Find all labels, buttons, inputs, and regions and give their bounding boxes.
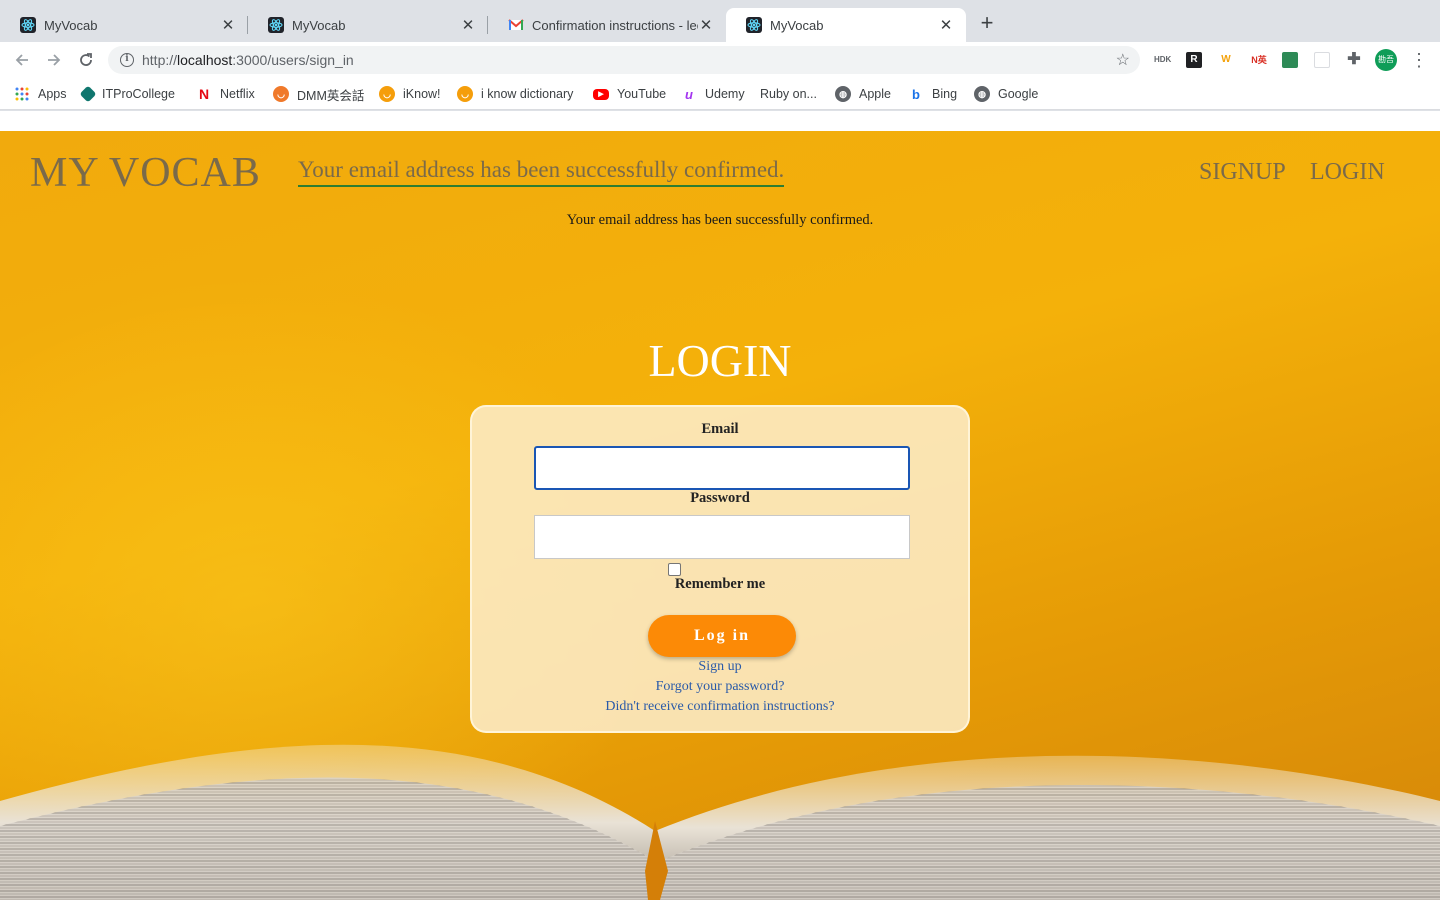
n-eiji-extension-icon[interactable]: N英 [1248,52,1270,68]
tab-title: MyVocab [770,17,824,33]
password-field[interactable] [534,515,910,559]
url-host: localhost [177,52,233,68]
login-submit-button[interactable]: Log in [648,615,796,657]
iknow-dictionary-icon: ◡ [457,86,473,102]
bookmark-youtube[interactable]: ▶ YouTube [593,85,666,103]
tab-title: Confirmation instructions - leo [532,17,698,33]
close-icon[interactable]: ✕ [460,16,476,34]
bookmark-label: Netflix [220,87,255,101]
browser-toolbar: i http://localhost:3000/users/sign_in ☆ … [0,42,1440,78]
hdk-extension-icon[interactable]: HDK [1154,52,1171,68]
netflix-icon: N [198,86,210,102]
w-extension-icon[interactable]: W [1218,52,1234,68]
r-extension-icon[interactable]: R [1186,52,1202,68]
bookmark-star-icon[interactable]: ☆ [1116,50,1130,70]
browser-tab-strip: MyVocab ✕ MyVocab ✕ Confirmation instruc… [0,0,1440,42]
bookmark-ruby[interactable]: Ruby on... [760,85,817,103]
bookmark-dmm[interactable]: ◡ DMM英会話 [273,85,364,103]
page-viewport: MY VOCAB Your email address has been suc… [0,131,1440,900]
bookmark-iknow-dictionary[interactable]: ◡ i know dictionary [457,85,573,103]
close-icon[interactable]: ✕ [938,16,954,34]
bookmark-label: i know dictionary [481,87,574,101]
password-label: Password [690,490,750,506]
arrow-right-icon [48,54,61,66]
bookmark-label: Google [998,87,1039,101]
browser-tab[interactable]: MyVocab ✕ [248,8,488,42]
globe-icon: ◍ [835,86,851,102]
site-brand-logo[interactable]: MY VOCAB [30,149,261,197]
bookmark-label: Bing [932,87,958,101]
udemy-icon: u [685,86,693,102]
bookmark-netflix[interactable]: N Netflix [196,85,255,103]
bing-icon: b [912,86,920,102]
browser-tab[interactable]: Confirmation instructions - leo ✕ [488,8,726,42]
sign-up-link[interactable]: Sign up [472,659,968,675]
signup-nav-link[interactable]: SIGNUP [1199,159,1286,186]
remember-me-checkbox[interactable] [668,563,681,576]
email-label: Email [701,421,739,437]
bookmark-label: iKnow! [403,87,441,101]
bookmark-label: DMM英会話 [297,88,365,103]
url-scheme: http:// [142,52,178,68]
bookmark-bing[interactable]: b Bing [908,85,957,103]
reload-button[interactable] [74,48,98,72]
bookmark-label: Udemy [705,87,745,101]
iknow-icon: ◡ [379,86,395,102]
bookmark-apple[interactable]: ◍ Apple [835,85,891,103]
bookmark-label: ITProCollege [102,87,175,101]
dmm-icon: ◡ [273,86,289,102]
bookmark-apps[interactable]: Apps [14,85,67,103]
forward-button[interactable] [42,48,66,72]
close-icon[interactable]: ✕ [220,16,236,34]
login-form-card: Email Password Remember me Log in Sign u… [470,405,970,733]
puzzle-extensions-icon[interactable]: ✚ [1346,52,1362,68]
browser-tab[interactable]: MyVocab ✕ [0,8,248,42]
login-nav-link[interactable]: LOGIN [1310,159,1385,186]
bookmark-label: YouTube [617,87,667,101]
react-icon [20,17,36,33]
info-icon[interactable]: i [120,53,134,67]
close-icon[interactable]: ✕ [698,16,714,34]
tab-title: MyVocab [44,17,98,33]
address-bar[interactable]: i http://localhost:3000/users/sign_in ☆ [108,46,1140,74]
new-tab-button[interactable]: + [975,12,999,36]
bookmark-label: Apple [859,87,891,101]
bookmarks-bar: Apps ITProCollege N Netflix ◡ DMM英会話 ◡ i… [0,78,1440,178]
bookmark-iknow[interactable]: ◡ iKnow! [379,85,441,103]
youtube-icon: ▶ [593,88,609,100]
notice-message: Your email address has been successfully… [566,212,874,228]
gmail-icon [508,17,524,33]
apps-grid-icon [14,86,30,102]
bookmark-label: Ruby on... [760,87,817,101]
page-title: LOGIN [648,335,792,386]
globe-icon: ◍ [974,86,990,102]
bookmark-google[interactable]: ◍ Google [974,85,1038,103]
back-button[interactable] [10,48,34,72]
remember-me-label: Remember me [674,576,766,592]
kebab-menu-icon[interactable]: ⋮ [1410,48,1428,72]
forgot-password-link[interactable]: Forgot your password? [472,679,968,695]
profile-avatar[interactable]: 勘吾 [1375,49,1397,71]
resend-confirmation-link[interactable]: Didn't receive confirmation instructions… [472,699,968,715]
bookmark-label: Apps [38,87,67,101]
arrow-left-icon [15,54,28,66]
browser-tab-active[interactable]: MyVocab ✕ [726,8,966,42]
bookmark-udemy[interactable]: u Udemy [681,85,745,103]
itpro-icon [79,85,97,103]
react-icon [268,17,284,33]
photo-extension-icon[interactable] [1282,52,1298,68]
bookmark-itprocollege[interactable]: ITProCollege [79,85,175,103]
blank-extension-icon[interactable] [1314,52,1330,68]
email-field[interactable] [534,446,910,490]
flash-message: Your email address has been successfully… [298,157,785,187]
tab-title: MyVocab [292,17,346,33]
react-icon [746,17,762,33]
reload-icon [80,53,92,66]
url-path: :3000/users/sign_in [232,52,354,68]
page-top-strip [0,111,1440,131]
